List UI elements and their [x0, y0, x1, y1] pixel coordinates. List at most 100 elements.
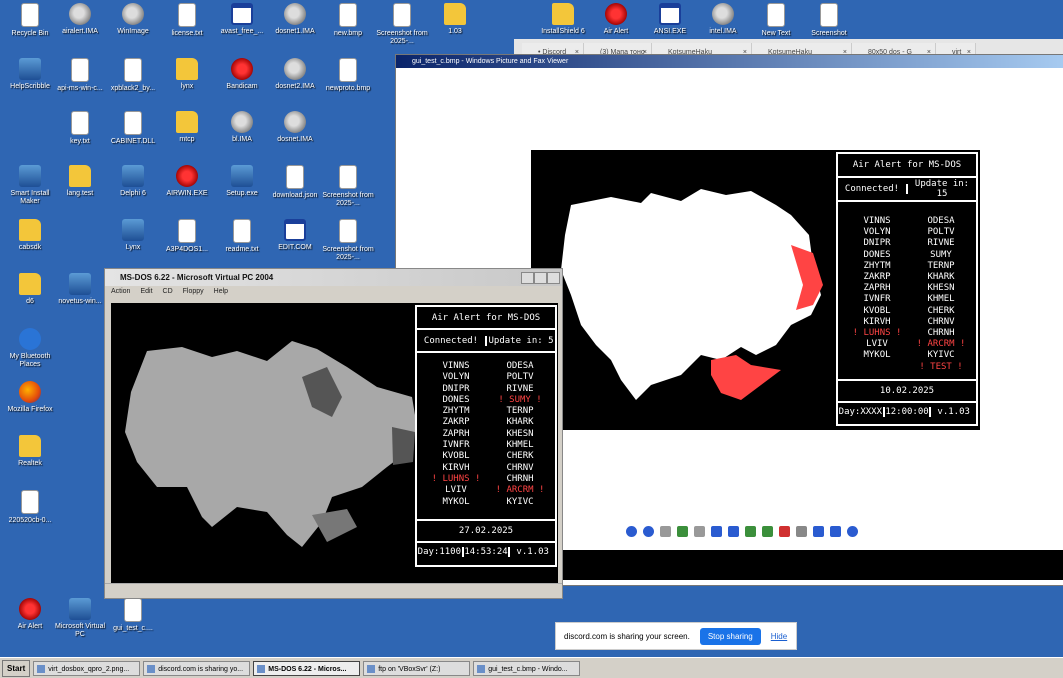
actual-size-icon[interactable]: [677, 526, 688, 537]
desktop-icon[interactable]: dosnet.IMA: [265, 111, 325, 144]
taskbar-item[interactable]: ftp on 'VBoxSvr' (Z:): [363, 660, 471, 676]
hide-link[interactable]: Hide: [771, 632, 787, 641]
slideshow-icon[interactable]: [694, 526, 705, 537]
desktop-icon[interactable]: Air Alert: [586, 3, 646, 36]
taskbar-item[interactable]: discord.com is sharing yo...: [143, 660, 251, 676]
virtual-pc-icon: [69, 598, 91, 620]
desktop-icon[interactable]: CABINET.DLL: [103, 111, 163, 146]
desktop-icon-label: Lynx: [125, 244, 141, 251]
region-label: IVNFR: [442, 440, 470, 451]
desktop-icon[interactable]: newproto.bmp: [318, 58, 378, 93]
desktop-icon[interactable]: Lynx: [103, 219, 163, 252]
vpc-menu-item[interactable]: Help: [214, 286, 228, 298]
desktop-icon-label: new.bmp: [333, 30, 363, 37]
vpc-menu-item[interactable]: Action: [111, 286, 130, 298]
desktop-icon-label: download.json: [272, 192, 318, 199]
date-row: 10.02.2025: [838, 379, 976, 403]
desktop-icon[interactable]: Screenshot from 2025-...: [318, 165, 378, 208]
region-label: TERNP: [927, 260, 955, 271]
desktop-icon[interactable]: new.bmp: [318, 3, 378, 38]
desktop-icon[interactable]: intel.IMA: [693, 3, 753, 36]
desktop-icon[interactable]: avast_free_...: [212, 3, 272, 36]
desktop-icon[interactable]: New Text: [746, 3, 806, 38]
edit-icon[interactable]: [830, 526, 841, 537]
disk-image-icon: [284, 3, 306, 25]
help-icon[interactable]: [847, 526, 858, 537]
recycle-bin-icon: [21, 3, 39, 27]
start-button[interactable]: Start: [2, 659, 31, 677]
desktop-icon-label: AIRWIN.EXE: [166, 190, 208, 197]
desktop-icon[interactable]: dosnet2.IMA: [265, 58, 325, 91]
desktop-icon[interactable]: AIRWIN.EXE: [157, 165, 217, 198]
desktop-icon[interactable]: bl.IMA: [212, 111, 272, 144]
taskbar-item[interactable]: gui_test_c.bmp - Windo...: [473, 660, 581, 676]
desktop-icon-label: Bandicam: [226, 83, 258, 90]
desktop-icon[interactable]: airalert.IMA: [50, 3, 110, 36]
desktop-icon[interactable]: Screenshot from 2025-...: [318, 219, 378, 262]
desktop-icon[interactable]: InstallShield 6: [533, 3, 593, 36]
desktop-icon[interactable]: Mozilla Firefox: [0, 381, 60, 414]
desktop-icon[interactable]: download.json: [265, 165, 325, 200]
close-button[interactable]: [547, 272, 560, 284]
minimize-button[interactable]: [521, 272, 534, 284]
desktop-icon[interactable]: license.txt: [157, 3, 217, 38]
vpc-menu-item[interactable]: CD: [163, 286, 173, 298]
clock-time: 12:00:00: [885, 407, 932, 417]
desktop-icon[interactable]: dosnet1.IMA: [265, 3, 325, 36]
desktop-icon[interactable]: ANSI.EXE: [640, 3, 700, 36]
best-fit-icon[interactable]: [660, 526, 671, 537]
region-label: ! ARCRM !: [916, 339, 966, 350]
desktop-icon[interactable]: readme.txt: [212, 219, 272, 254]
desktop-icon[interactable]: Screenshot: [799, 3, 859, 38]
maximize-button[interactable]: [534, 272, 547, 284]
rotate-cw-icon[interactable]: [745, 526, 756, 537]
desktop-icon[interactable]: Microsoft Virtual PC: [50, 598, 110, 639]
desktop-icon[interactable]: 1.03: [425, 3, 485, 36]
desktop-icon[interactable]: 220520cb-0...: [0, 490, 60, 525]
print-icon[interactable]: [796, 526, 807, 537]
desktop-icon[interactable]: xpblack2_by...: [103, 58, 163, 93]
folder-icon: [19, 273, 41, 295]
desktop-icon[interactable]: Screenshot from 2025-...: [372, 3, 432, 46]
desktop-icon[interactable]: key.txt: [50, 111, 110, 146]
save-icon[interactable]: [813, 526, 824, 537]
desktop-icon[interactable]: Setup.exe: [212, 165, 272, 198]
viewer-title[interactable]: gui_test_c.bmp - Windows Picture and Fax…: [396, 55, 1063, 68]
next-icon[interactable]: [643, 526, 654, 537]
desktop-icon[interactable]: WinImage: [103, 3, 163, 36]
rotate-ccw-icon[interactable]: [762, 526, 773, 537]
header-text: Air Alert for MS-DOS: [852, 160, 962, 170]
taskbar-item[interactable]: MS-DOS 6.22 - Micros...: [253, 660, 361, 676]
zoom-in-icon[interactable]: [711, 526, 722, 537]
desktop-icon-label: dosnet.IMA: [277, 136, 313, 143]
desktop-icon[interactable]: EDIT.COM: [265, 219, 325, 252]
desktop-icon[interactable]: cabsdk: [0, 219, 60, 252]
desktop-icon[interactable]: api-ms-win-c...: [50, 58, 110, 93]
taskbar-item[interactable]: virt_dosbox_qpro_2.png...: [33, 660, 141, 676]
desktop-icon[interactable]: mtcp: [157, 111, 217, 144]
vpc-menu-item[interactable]: Edit: [140, 286, 152, 298]
zoom-out-icon[interactable]: [728, 526, 739, 537]
region-label: KHARK: [927, 272, 955, 283]
desktop-icon[interactable]: Realtek: [0, 435, 60, 468]
region-label: KIRVH: [442, 462, 470, 473]
desktop-icon[interactable]: Bandicam: [212, 58, 272, 91]
delete-icon[interactable]: [779, 526, 790, 537]
vpc-menu-item[interactable]: Floppy: [183, 286, 204, 298]
desktop-icon[interactable]: My Bluetooth Places: [0, 328, 60, 369]
desktop-icon[interactable]: Delphi 6: [103, 165, 163, 198]
region-shade: [312, 509, 357, 542]
desktop-icon[interactable]: novetus-win...: [50, 273, 110, 306]
bitmap-icon: [339, 3, 357, 27]
desktop-icon[interactable]: lang.test: [50, 165, 110, 198]
region-label: POLTV: [506, 372, 534, 383]
region-label: DNIPR: [442, 383, 470, 394]
dll-icon: [71, 58, 89, 82]
desktop-icon[interactable]: lynx: [157, 58, 217, 91]
desktop-icon[interactable]: gui_test_c....: [103, 598, 163, 633]
desktop-icon-label: lynx: [180, 83, 194, 90]
stop-sharing-button[interactable]: Stop sharing: [699, 627, 761, 645]
desktop-icon[interactable]: A3P4DOS1...: [157, 219, 217, 254]
vpc-title[interactable]: MS-DOS 6.22 - Microsoft Virtual PC 2004: [105, 269, 562, 286]
previous-icon[interactable]: [626, 526, 637, 537]
